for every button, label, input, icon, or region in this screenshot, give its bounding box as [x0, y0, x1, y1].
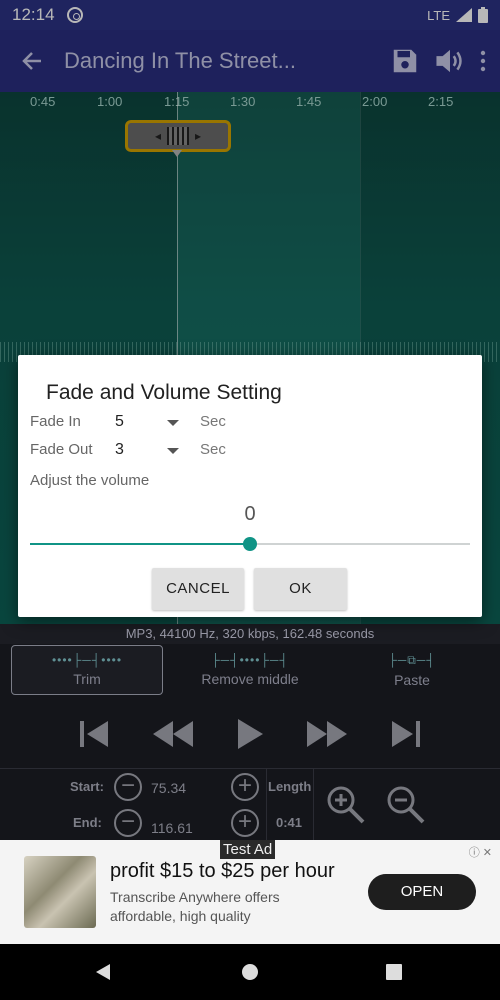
length-label: Length: [268, 779, 312, 794]
file-info: MP3, 44100 Hz, 320 kbps, 162.48 seconds: [0, 624, 500, 644]
timeline-tick: 2:00: [362, 94, 388, 109]
length-value: 0:41: [276, 815, 303, 830]
mode-trim-button[interactable]: ••••├─┤•••• Trim: [11, 645, 163, 695]
more-options-icon[interactable]: [480, 50, 486, 72]
ad-image[interactable]: [24, 856, 96, 928]
back-arrow-icon[interactable]: [0, 50, 64, 72]
ad-open-button[interactable]: OPEN: [368, 874, 476, 910]
battery-icon: [478, 7, 488, 23]
cancel-button[interactable]: CANCEL: [152, 568, 244, 610]
test-ad-badge: Test Ad: [220, 840, 276, 859]
end-decrease-button[interactable]: −: [114, 809, 142, 837]
zoom-out-icon[interactable]: [386, 785, 426, 825]
fade-out-dropdown-icon[interactable]: [167, 448, 179, 454]
app-bar: Dancing In The Street...: [0, 30, 500, 92]
volume-value: 0: [244, 503, 256, 525]
timeline-tick: 0:45: [30, 94, 56, 109]
edit-mode-bar: ••••├─┤•••• Trim ├─┤••••├─┤ Remove middl…: [0, 644, 500, 700]
nav-home-icon[interactable]: [241, 963, 259, 981]
nav-recents-icon[interactable]: [386, 964, 402, 980]
skip-to-end-icon[interactable]: [390, 719, 422, 749]
ad-banner[interactable]: Test Ad profit $15 to $25 per hour Trans…: [0, 840, 500, 944]
fade-in-value[interactable]: 5: [115, 413, 124, 431]
ad-headline[interactable]: profit $15 to $25 per hour: [110, 860, 335, 883]
timeline-tick: 1:00: [97, 94, 123, 109]
mode-label: Trim: [73, 671, 101, 687]
remove-middle-icon: ├─┤••••├─┤: [211, 653, 289, 667]
trim-icon: ••••├─┤••••: [51, 653, 123, 667]
fade-out-value[interactable]: 3: [115, 441, 124, 459]
start-value[interactable]: 75.34: [151, 780, 186, 796]
ad-close-icon[interactable]: ⓘ ✕: [469, 844, 492, 860]
ok-button[interactable]: OK: [254, 568, 347, 610]
skip-to-start-icon[interactable]: [78, 719, 110, 749]
end-increase-button[interactable]: +: [231, 809, 259, 837]
system-nav-bar: [0, 944, 500, 1000]
start-increase-button[interactable]: +: [231, 773, 259, 801]
handle-pointer-icon: [172, 150, 182, 157]
end-label: End:: [73, 815, 102, 830]
mode-remove-middle-button[interactable]: ├─┤••••├─┤ Remove middle: [176, 645, 324, 695]
timeline-tick: 1:45: [296, 94, 322, 109]
end-value[interactable]: 116.61: [151, 820, 193, 836]
fade-in-label: Fade In: [30, 413, 81, 430]
timeline-tick: 1:30: [230, 94, 256, 109]
network-type: LTE: [427, 7, 450, 23]
volume-slider[interactable]: [30, 537, 470, 551]
slider-fill: [30, 543, 250, 545]
mode-paste-button[interactable]: ├─⧉─┤ Paste: [338, 645, 486, 695]
fade-out-label: Fade Out: [30, 441, 93, 458]
adjust-volume-label: Adjust the volume: [30, 472, 150, 489]
fade-volume-dialog: Fade and Volume Setting Fade In 5 Sec Fa…: [18, 355, 482, 617]
divider: [313, 769, 314, 841]
song-title: Dancing In The Street...: [64, 48, 296, 73]
slider-thumb[interactable]: [243, 537, 257, 551]
fade-in-dropdown-icon[interactable]: [167, 420, 179, 426]
mode-label: Paste: [394, 671, 430, 688]
ad-body: Transcribe Anywhere offers affordable, h…: [110, 889, 280, 924]
sync-status-icon: [66, 7, 83, 23]
signal-icon: [456, 8, 472, 22]
fade-in-unit: Sec: [200, 413, 226, 430]
zoom-in-icon[interactable]: [326, 785, 366, 825]
play-icon[interactable]: [236, 718, 264, 750]
handle-right-arrow-icon: ▸: [195, 129, 202, 143]
status-time: 12:14: [12, 5, 55, 24]
timeline-ruler: 0:45 1:00 1:15 1:30 1:45 2:00 2:15: [0, 94, 500, 112]
fade-out-unit: Sec: [200, 441, 226, 458]
selection-handle[interactable]: ◂ ▸: [125, 120, 231, 152]
volume-icon[interactable]: [434, 46, 466, 76]
save-icon[interactable]: [390, 46, 420, 76]
fast-forward-icon[interactable]: [306, 719, 348, 749]
handle-left-arrow-icon: ◂: [154, 129, 161, 143]
selection-range-panel: Start: − 75.34 + End: − 116.61 + Length …: [0, 768, 500, 841]
timeline-tick: 2:15: [428, 94, 454, 109]
mode-label: Remove middle: [201, 671, 299, 687]
start-decrease-button[interactable]: −: [114, 773, 142, 801]
dialog-title: Fade and Volume Setting: [46, 381, 282, 404]
start-label: Start:: [70, 779, 104, 794]
paste-icon: ├─⧉─┤: [388, 652, 436, 667]
handle-grip-icon: [167, 127, 189, 145]
playback-controls: [0, 700, 500, 768]
status-right: LTE: [427, 7, 488, 23]
nav-back-icon[interactable]: [95, 963, 111, 981]
rewind-icon[interactable]: [152, 719, 194, 749]
status-bar: 12:14 LTE: [0, 0, 500, 30]
divider: [266, 769, 267, 841]
